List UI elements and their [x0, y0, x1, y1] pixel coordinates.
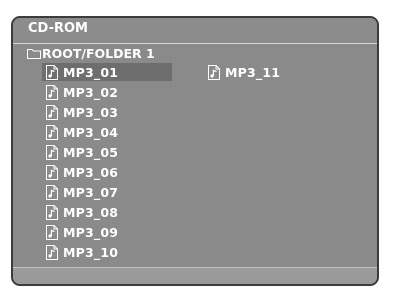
- music-file-icon: [46, 224, 58, 240]
- music-file-icon: [46, 84, 58, 100]
- music-file-icon: [46, 204, 58, 220]
- window-title: CD-ROM: [28, 21, 88, 36]
- file-label: MP3_04: [63, 124, 119, 140]
- file-item-mp3-10[interactable]: MP3_10: [42, 243, 118, 261]
- file-label: MP3_06: [63, 164, 119, 180]
- music-file-icon: [208, 64, 220, 80]
- file-label: MP3_08: [63, 204, 119, 220]
- file-label: MP3_02: [63, 84, 119, 100]
- file-item-mp3-04[interactable]: MP3_04: [42, 123, 118, 141]
- current-folder-path[interactable]: ROOT/FOLDER 1: [27, 45, 155, 61]
- file-item-mp3-09[interactable]: MP3_09: [42, 223, 118, 241]
- file-item-mp3-08[interactable]: MP3_08: [42, 203, 118, 221]
- file-label: MP3_09: [63, 224, 119, 240]
- file-item-mp3-03[interactable]: MP3_03: [42, 103, 118, 121]
- file-item-mp3-02[interactable]: MP3_02: [42, 83, 118, 101]
- file-item-mp3-11[interactable]: MP3_11: [204, 63, 280, 81]
- music-file-icon: [46, 184, 58, 200]
- status-bar: [13, 267, 377, 284]
- file-item-mp3-05[interactable]: MP3_05: [42, 143, 118, 161]
- music-file-icon: [46, 104, 58, 120]
- file-label: MP3_03: [63, 104, 119, 120]
- file-item-mp3-01[interactable]: MP3_01: [42, 63, 172, 81]
- cd-rom-browser-screen: CD-ROM ROOT/FOLDER 1 MP3_01 MP3_02 MP3_0…: [11, 16, 379, 286]
- music-file-icon: [46, 64, 58, 80]
- folder-icon: [27, 48, 41, 59]
- file-label: MP3_11: [225, 64, 281, 80]
- folder-path-label: ROOT/FOLDER 1: [42, 45, 155, 61]
- file-item-mp3-07[interactable]: MP3_07: [42, 183, 118, 201]
- title-bar: CD-ROM: [13, 18, 377, 44]
- music-file-icon: [46, 164, 58, 180]
- music-file-icon: [46, 144, 58, 160]
- file-label: MP3_07: [63, 184, 119, 200]
- music-file-icon: [46, 244, 58, 260]
- file-label: MP3_05: [63, 144, 119, 160]
- file-label: MP3_10: [63, 244, 119, 260]
- file-label: MP3_01: [63, 64, 119, 80]
- music-file-icon: [46, 124, 58, 140]
- file-item-mp3-06[interactable]: MP3_06: [42, 163, 118, 181]
